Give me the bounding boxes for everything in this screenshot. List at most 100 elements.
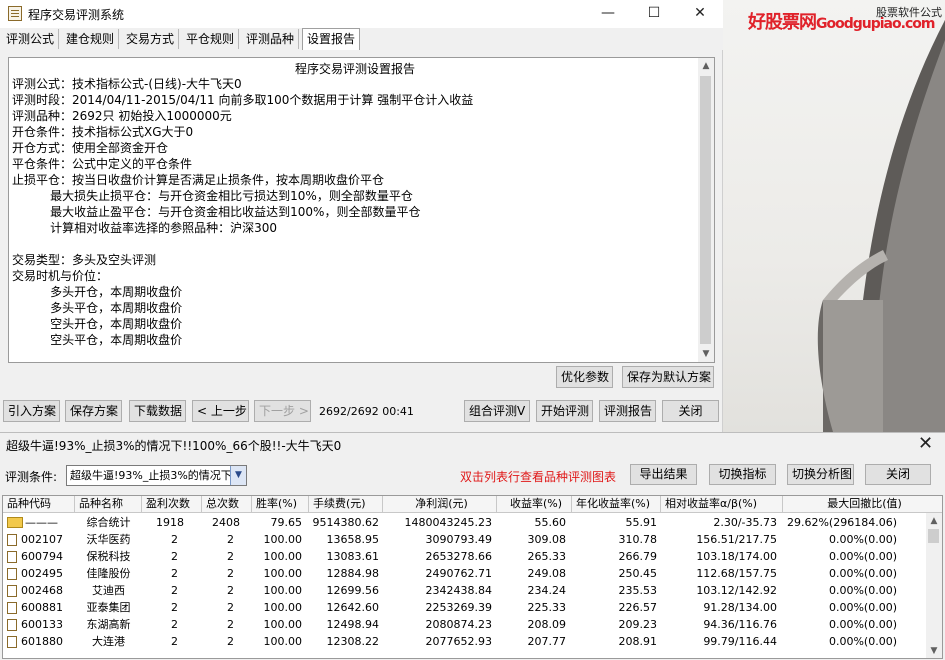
cell-annual: 266.79 <box>618 550 658 563</box>
column-header[interactable]: 胜率(%) <box>252 496 309 513</box>
column-header[interactable]: 相对收益率α/β(%) <box>661 496 783 513</box>
switch-chart-button[interactable]: 切换分析图 <box>787 464 854 485</box>
table-row[interactable]: 600133 东湖高新 2 2 100.00 12498.94 2080874.… <box>3 616 926 633</box>
results-window: 超级牛逼!93%_止损3%的情况下!!100%_66个股!!-大牛飞天0 ✕ 评… <box>0 432 945 660</box>
cell-code: 002495 <box>21 567 63 580</box>
condition-select[interactable]: 超级牛逼!93%_止损3%的情况下 ▼ <box>66 465 247 486</box>
report-line: 最大损失止损平仓：与开仓资金相比亏损达到10%，则全部数量平仓 <box>12 189 413 203</box>
scroll-thumb[interactable] <box>928 529 939 543</box>
condition-value: 超级牛逼!93%_止损3%的情况下 <box>70 469 232 482</box>
close-button[interactable]: ✕ <box>677 0 723 28</box>
cell-fee: 13083.61 <box>326 550 380 563</box>
document-icon <box>7 619 17 631</box>
save-default-button[interactable]: 保存为默认方案 <box>622 366 714 388</box>
scroll-thumb[interactable] <box>700 76 711 344</box>
import-scheme-button[interactable]: 引入方案 <box>3 400 60 422</box>
cell-code: 601880 <box>21 635 63 648</box>
export-results-button[interactable]: 导出结果 <box>630 464 697 485</box>
concrete-structure-image <box>817 20 945 432</box>
scroll-up-icon[interactable]: ▲ <box>926 513 942 529</box>
results-close-icon[interactable]: ✕ <box>918 433 933 454</box>
watermark-brand-cn: 好股票网 <box>748 12 817 33</box>
report-line: 评测公式：技术指标公式-(日线)-大牛飞天0 <box>12 77 242 91</box>
tab-formula[interactable]: 评测公式 <box>2 29 60 49</box>
table-row-summary[interactable]: ——— 综合统计 1918 2408 79.65 9514380.62 1480… <box>3 514 926 531</box>
table-row[interactable]: 600881 亚泰集团 2 2 100.00 12642.60 2253269.… <box>3 599 926 616</box>
cell-wins: 2 <box>171 567 178 580</box>
cell-return: 309.08 <box>527 533 567 546</box>
tab-settings-report[interactable]: 设置报告 <box>302 28 361 50</box>
cell-profit: 2253269.39 <box>425 601 492 614</box>
save-scheme-button[interactable]: 保存方案 <box>65 400 122 422</box>
document-icon <box>7 602 17 614</box>
cell-name: 大连港 <box>92 635 125 648</box>
cell-profit: 2490762.71 <box>425 567 492 580</box>
combo-evaluate-button[interactable]: 组合评测V <box>464 400 530 422</box>
start-evaluate-button[interactable]: 开始评测 <box>536 400 593 422</box>
cell-profit: 2342438.84 <box>425 584 492 597</box>
table-row[interactable]: 002107 沃华医药 2 2 100.00 13658.95 3090793.… <box>3 531 926 548</box>
tab-open-rules[interactable]: 建仓规则 <box>62 29 120 49</box>
cell-wins: 2 <box>171 584 178 597</box>
app-icon <box>8 6 22 21</box>
cell-fee: 12699.56 <box>326 584 380 597</box>
minimize-button[interactable]: — <box>585 0 631 28</box>
cell-relative: 156.51/217.75 <box>696 533 777 546</box>
title-bar: 程序交易评测系统 — ☐ ✕ <box>0 0 723 28</box>
cell-relative: 94.36/116.76 <box>703 618 777 631</box>
cell-total: 2 <box>227 533 234 546</box>
cell-relative: 103.18/174.00 <box>696 550 777 563</box>
cell-fee: 12642.60 <box>326 601 380 614</box>
cell-profit: 2077652.93 <box>425 635 492 648</box>
hint-text: 双击列表行查看品种评测图表 <box>460 470 617 484</box>
scroll-down-icon[interactable]: ▼ <box>698 346 714 362</box>
column-header[interactable]: 最大回撤比(值) <box>783 496 942 513</box>
column-header[interactable]: 品种名称 <box>75 496 142 513</box>
cell-name: 艾迪西 <box>92 584 125 597</box>
column-header[interactable]: 净利润(元) <box>383 496 497 513</box>
cell-fee: 12884.98 <box>326 567 380 580</box>
cell-winrate: 100.00 <box>263 635 303 648</box>
results-close-button[interactable]: 关闭 <box>865 464 931 485</box>
cell-return: 225.33 <box>527 601 567 614</box>
column-header[interactable]: 年化收益率(%) <box>572 496 661 513</box>
cell-annual: 209.23 <box>618 618 658 631</box>
table-row[interactable]: 601880 大连港 2 2 100.00 12308.22 2077652.9… <box>3 633 926 650</box>
tab-trade-mode[interactable]: 交易方式 <box>122 29 180 49</box>
tab-instruments[interactable]: 评测品种 <box>242 29 300 49</box>
maximize-button[interactable]: ☐ <box>631 0 677 28</box>
cell-fee: 12308.22 <box>326 635 380 648</box>
evaluation-report-button[interactable]: 评测报告 <box>599 400 656 422</box>
switch-indicator-button[interactable]: 切换指标 <box>709 464 776 485</box>
table-row[interactable]: 002495 佳隆股份 2 2 100.00 12884.98 2490762.… <box>3 565 926 582</box>
column-header[interactable]: 盈利次数 <box>142 496 202 513</box>
scroll-up-icon[interactable]: ▲ <box>698 58 714 74</box>
table-row[interactable]: 600794 保税科技 2 2 100.00 13083.61 2653278.… <box>3 548 926 565</box>
optimize-button[interactable]: 优化参数 <box>556 366 613 388</box>
table-scrollbar[interactable]: ▲ ▼ <box>926 513 942 658</box>
report-scrollbar[interactable]: ▲ ▼ <box>698 58 714 362</box>
cell-total: 2 <box>227 550 234 563</box>
column-header[interactable]: 品种代码 <box>3 496 75 513</box>
table-row[interactable]: 002468 艾迪西 2 2 100.00 12699.56 2342438.8… <box>3 582 926 599</box>
prev-step-button[interactable]: < 上一步 <box>192 400 249 422</box>
tab-close-rules[interactable]: 平仓规则 <box>182 29 240 49</box>
column-header[interactable]: 手续费(元) <box>309 496 383 513</box>
cell-profit: 2653278.66 <box>425 550 492 563</box>
close-window-button[interactable]: 关闭 <box>662 400 719 422</box>
cell-return: 55.60 <box>534 516 567 529</box>
report-textbox[interactable]: 程序交易评测设置报告 评测公式：技术指标公式-(日线)-大牛飞天0 评测时段：2… <box>8 57 715 363</box>
watermark-brand: 好股票网Goodgupiao.com <box>748 8 935 34</box>
column-header[interactable]: 总次数 <box>202 496 252 513</box>
cell-winrate: 100.00 <box>263 584 303 597</box>
cell-annual: 235.53 <box>618 584 658 597</box>
cell-return: 208.09 <box>527 618 567 631</box>
chevron-down-icon[interactable]: ▼ <box>230 466 246 485</box>
column-header[interactable]: 收益率(%) <box>497 496 572 513</box>
download-data-button[interactable]: 下载数据 <box>129 400 186 422</box>
cell-wins: 2 <box>171 635 178 648</box>
scroll-down-icon[interactable]: ▼ <box>926 643 942 658</box>
cell-profit: 2080874.23 <box>425 618 492 631</box>
next-step-button: 下一步 > <box>254 400 311 422</box>
cell-code: 600794 <box>21 550 63 563</box>
